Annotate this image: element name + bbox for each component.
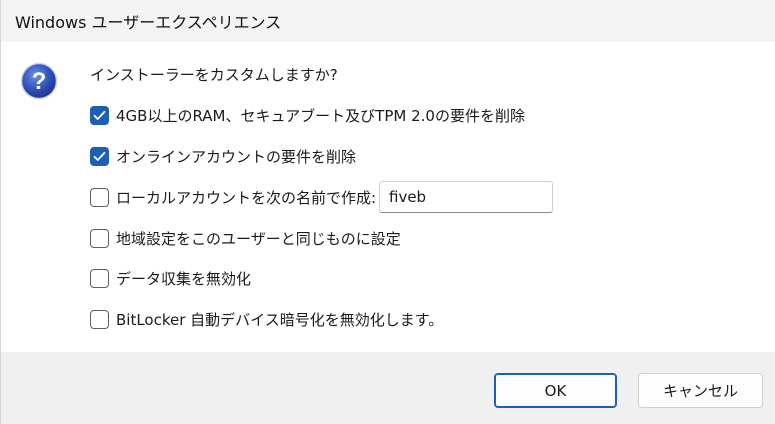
option-disable-bitlocker[interactable]: BitLocker 自動デバイス暗号化を無効化します。 xyxy=(90,308,443,330)
option-label: 4GB以上のRAM、セキュアブート及びTPM 2.0の要件を削除 xyxy=(116,106,525,125)
dialog-window: Windows ユーザーエクスペリエンス ? インストーラーをカスタムしますか?… xyxy=(0,0,775,424)
option-bypass-requirements[interactable]: 4GB以上のRAM、セキュアブート及びTPM 2.0の要件を削除 xyxy=(90,104,525,126)
checkmark-icon xyxy=(93,110,106,120)
ok-button[interactable]: OK xyxy=(494,373,617,408)
question-mark-icon: ? xyxy=(20,62,58,100)
option-create-local-account[interactable]: ローカルアカウントを次の名前で作成: xyxy=(90,186,376,208)
option-label: ローカルアカウントを次の名前で作成: xyxy=(116,188,377,207)
option-disable-data-collection[interactable]: データ収集を無効化 xyxy=(90,267,251,289)
window-title: Windows ユーザーエクスペリエンス xyxy=(15,13,282,32)
checkbox-disable-data-collection[interactable] xyxy=(90,268,109,288)
checkmark-icon xyxy=(93,151,106,161)
checkbox-create-local-account[interactable] xyxy=(90,187,109,207)
option-remove-online-account[interactable]: オンラインアカウントの要件を削除 xyxy=(90,145,356,167)
title-bar[interactable]: Windows ユーザーエクスペリエンス xyxy=(1,0,775,42)
button-bar: OK キャンセル xyxy=(1,352,775,424)
option-label: データ収集を無効化 xyxy=(116,269,252,288)
checkbox-disable-bitlocker[interactable] xyxy=(90,309,109,329)
checkbox-copy-regional-settings[interactable] xyxy=(90,228,109,248)
option-copy-regional-settings[interactable]: 地域設定をこのユーザーと同じものに設定 xyxy=(90,227,401,249)
option-label: BitLocker 自動デバイス暗号化を無効化します。 xyxy=(116,310,444,329)
prompt-text: インストーラーをカスタムしますか? xyxy=(90,66,338,84)
svg-text:?: ? xyxy=(32,68,47,95)
option-label: オンラインアカウントの要件を削除 xyxy=(116,147,357,166)
dialog-content: ? インストーラーをカスタムしますか? 4GB以上のRAM、セキュアブート及びT… xyxy=(1,42,775,352)
cancel-button[interactable]: キャンセル xyxy=(638,373,763,408)
option-label: 地域設定をこのユーザーと同じものに設定 xyxy=(116,229,401,248)
checkbox-remove-online-account[interactable] xyxy=(90,146,109,166)
checkbox-bypass-requirements[interactable] xyxy=(90,105,109,125)
local-account-name-input[interactable] xyxy=(379,181,553,213)
